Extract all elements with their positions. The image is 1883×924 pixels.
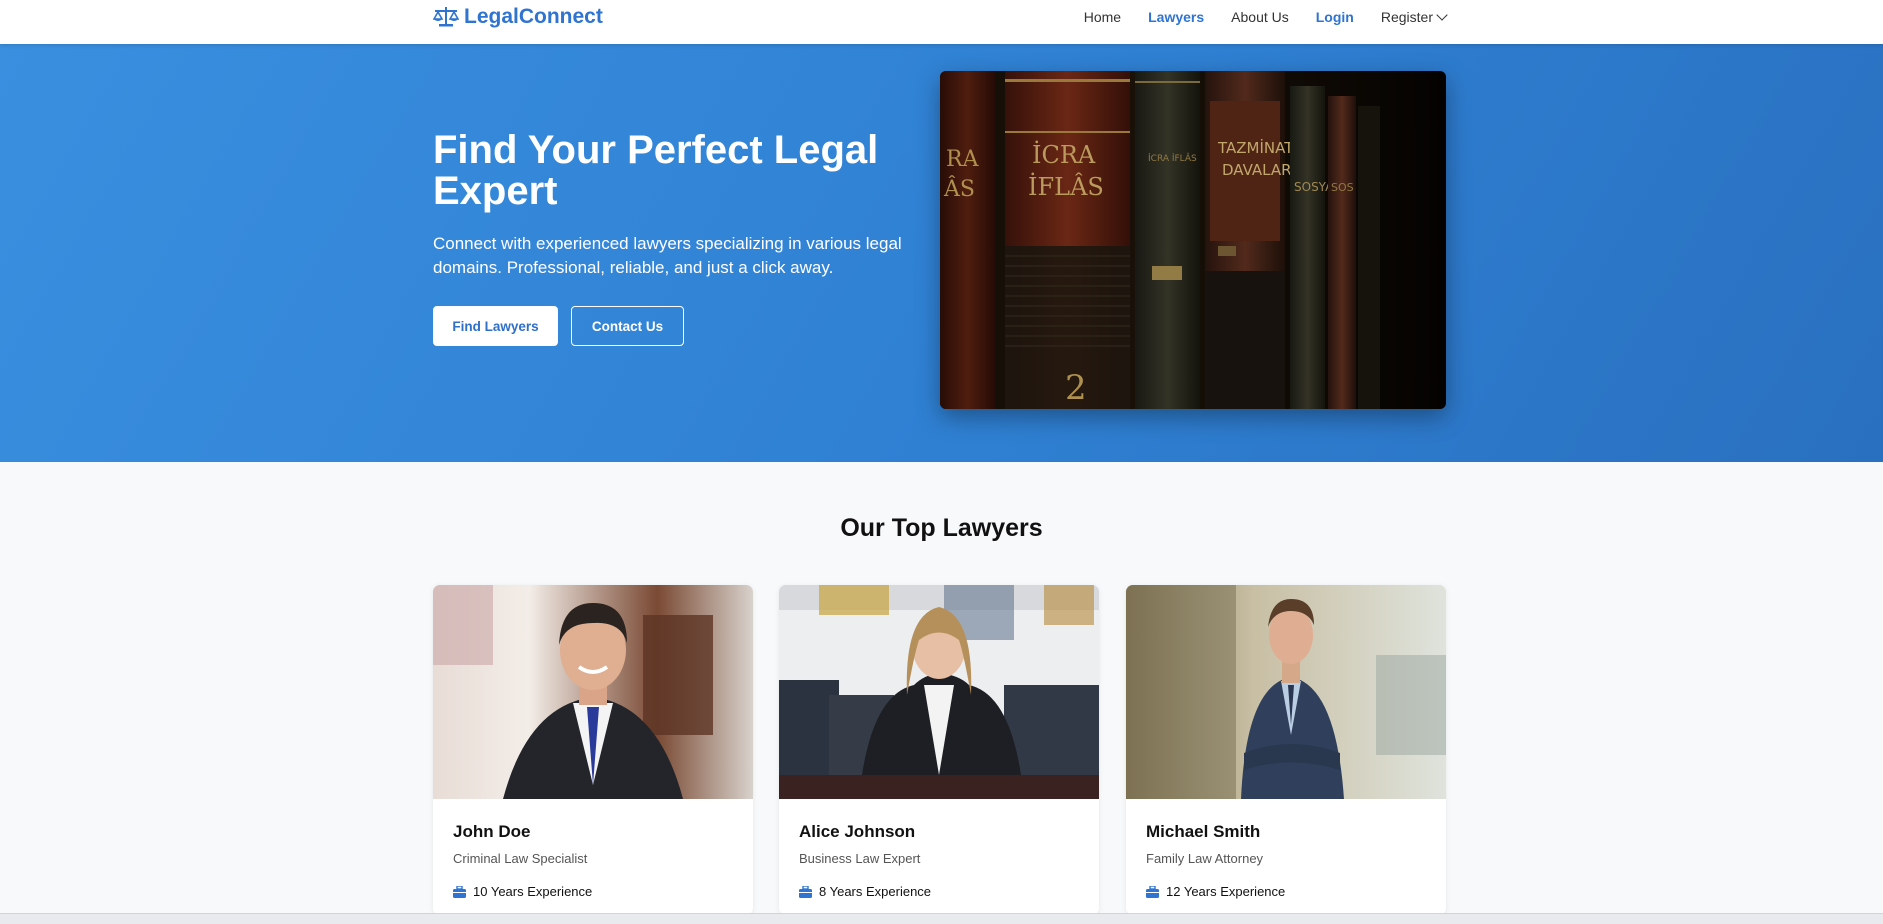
lawyer-card[interactable]: Michael Smith Family Law Attorney 12 Yea… <box>1126 585 1446 915</box>
experience-label: 12 Years Experience <box>1166 884 1286 899</box>
hero-section: Find Your Perfect Legal Expert Connect w… <box>0 44 1883 462</box>
find-lawyers-button[interactable]: Find Lawyers <box>433 306 558 346</box>
lawyer-card[interactable]: Alice Johnson Business Law Expert 8 Year… <box>779 585 1099 915</box>
lawyer-photo <box>779 585 1099 799</box>
nav-about-us[interactable]: About Us <box>1231 9 1289 25</box>
nav-register-label: Register <box>1380 9 1433 25</box>
lawyer-name: John Doe <box>453 822 531 841</box>
brand-name: LegalConnect <box>464 5 603 28</box>
lawyer-card[interactable]: John Doe Criminal Law Specialist 10 Year… <box>433 585 753 915</box>
nav-home[interactable]: Home <box>1084 9 1121 25</box>
lawyer-name: Alice Johnson <box>799 822 916 841</box>
experience-label: 10 Years Experience <box>473 884 593 899</box>
lawyer-photo <box>1126 585 1446 799</box>
nav-login[interactable]: Login <box>1316 9 1354 25</box>
section-title: Our Top Lawyers <box>840 514 1043 542</box>
nav-lawyers[interactable]: Lawyers <box>1148 9 1204 25</box>
nav-links: Home Lawyers About Us Login Register <box>1057 9 1448 25</box>
lawyer-photo <box>433 585 753 799</box>
law-books-image: RA ÂS İCRA İFLÂS 2 İCRA İFLÂS TAZMİNAT D… <box>940 71 1446 409</box>
scales-icon <box>433 7 459 27</box>
hero-title: Find Your Perfect Legal Expert <box>433 128 879 213</box>
lawyer-experience: 8 Years Experience <box>799 884 931 899</box>
contact-us-button[interactable]: Contact Us <box>571 306 684 346</box>
lawyer-experience: 12 Years Experience <box>1146 884 1285 899</box>
bottom-edge <box>0 913 1883 924</box>
brand-logo[interactable]: LegalConnect <box>433 5 603 29</box>
lawyer-name: Michael Smith <box>1146 822 1261 841</box>
lawyer-specialty: Family Law Attorney <box>1146 851 1264 866</box>
briefcase-icon <box>799 885 812 898</box>
navbar: LegalConnect Home Lawyers About Us Login… <box>0 0 1883 44</box>
briefcase-icon <box>1146 885 1159 898</box>
nav-register-dropdown[interactable]: Register <box>1380 9 1448 25</box>
experience-label: 8 Years Experience <box>819 884 932 899</box>
briefcase-icon <box>453 885 466 898</box>
lawyer-experience: 10 Years Experience <box>453 884 592 899</box>
chevron-down-icon <box>1436 9 1448 21</box>
lawyer-specialty: Criminal Law Specialist <box>453 851 588 866</box>
hero-subtitle: Connect with experienced lawyers special… <box>433 234 902 277</box>
lawyer-specialty: Business Law Expert <box>799 851 921 866</box>
